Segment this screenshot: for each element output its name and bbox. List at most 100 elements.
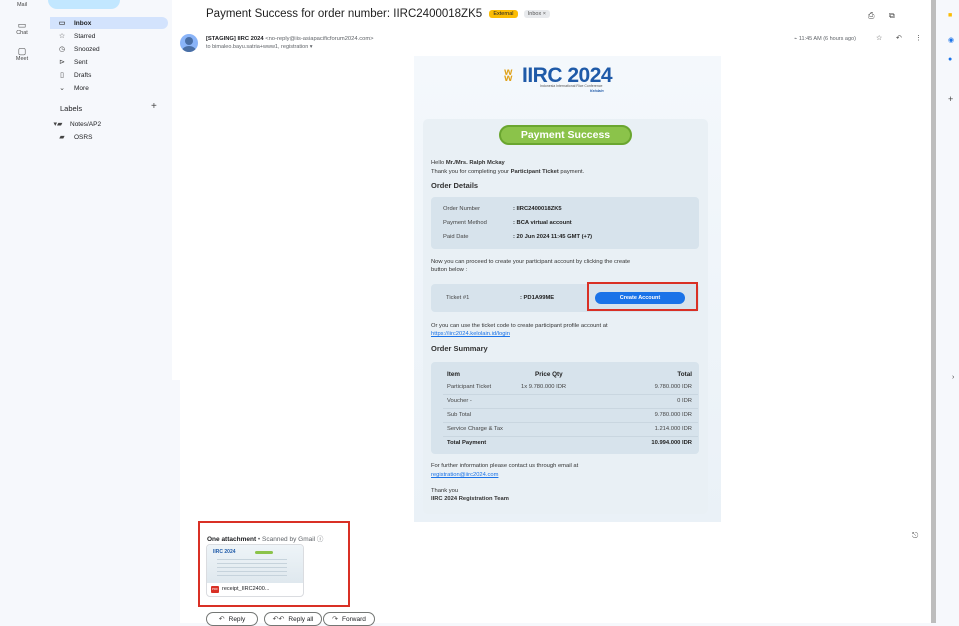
logo-subtitle: Indonesia International Rice Conference: [540, 84, 603, 88]
clock-icon: ◷: [58, 46, 66, 53]
video-icon: ▢: [17, 46, 27, 56]
summary-row-item: Participant Ticket: [447, 384, 492, 390]
forward-button[interactable]: ↷ Forward: [323, 612, 375, 626]
add-addon-icon[interactable]: +: [948, 94, 953, 104]
contact-email-link[interactable]: registration@iirc2024.com: [431, 472, 498, 478]
order-details-heading: Order Details: [431, 181, 479, 190]
rail-mail[interactable]: Mail: [0, 2, 44, 8]
paid-date-label: Paid Date: [443, 234, 469, 240]
subject-text: Payment Success for order number: IIRC24…: [206, 8, 483, 20]
proceed-line-2: button below :: [431, 267, 468, 273]
payment-success-badge: Payment Success: [499, 125, 632, 145]
login-link[interactable]: https://iirc2024.kelolain.id/login: [431, 331, 510, 337]
nav-item-label: More: [74, 84, 89, 92]
rail-chat-label: Chat: [16, 30, 28, 36]
reply-icon[interactable]: ↶: [896, 34, 902, 42]
nav-item-label: Sent: [74, 58, 88, 66]
add-label-icon[interactable]: +: [151, 101, 157, 112]
reply-label: Reply: [228, 615, 246, 623]
sender-avatar[interactable]: [180, 34, 198, 52]
tasks-icon[interactable]: ◉: [948, 36, 954, 44]
nav-item-label: Starred: [74, 32, 96, 40]
scrollbar[interactable]: [931, 0, 936, 623]
signoff: Thank you: [431, 488, 459, 494]
contacts-icon[interactable]: ●: [948, 56, 952, 63]
compose-button[interactable]: [48, 0, 120, 9]
summary-row-item: Sub Total: [447, 412, 472, 418]
nav-item-label: Snoozed: [74, 45, 100, 53]
forward-label: Forward: [342, 615, 366, 623]
ticket-code: : PD1A99ME: [520, 295, 555, 301]
summary-row-total: 1.214.000 IDR: [654, 426, 692, 432]
nav-item-snoozed[interactable]: ◷ Snoozed: [50, 43, 168, 55]
greeting-prefix: Hello: [431, 160, 446, 166]
logo-by: Kelolain: [590, 89, 604, 93]
summary-head-total: Total: [677, 371, 692, 378]
contact-line: For further information please contact u…: [431, 463, 579, 469]
recipients-line[interactable]: to bimaleo.bayu.satria+www1, registratio…: [206, 44, 313, 50]
greeting: Hello Mr./Mrs. Ralph Mckay: [431, 160, 505, 166]
reply-all-button[interactable]: ↶↶ Reply all: [264, 612, 322, 626]
app-rail: Mail ▭ Chat ▢ Meet: [0, 0, 44, 623]
star-icon[interactable]: ☆: [876, 34, 882, 42]
ticket-label: Ticket #1: [446, 295, 470, 301]
label-tag-icon: ▰: [59, 134, 65, 141]
nav-item-drafts[interactable]: ▯ Drafts: [50, 69, 168, 81]
nav-item-inbox[interactable]: ▭ Inbox: [50, 17, 168, 29]
nav-item-starred[interactable]: ☆ Starred: [50, 30, 168, 42]
forward-icon: ↷: [332, 616, 339, 623]
nav-label-text: Notes/AP2: [70, 120, 102, 128]
send-icon: ⊳: [59, 59, 65, 66]
thanks-suffix: payment.: [558, 169, 585, 175]
rail-meet[interactable]: ▢ Meet: [0, 46, 44, 62]
row-divider: [443, 436, 698, 437]
summary-row-item: Voucher -: [447, 398, 472, 404]
keep-icon[interactable]: ■: [948, 12, 952, 19]
order-summary-heading: Order Summary: [431, 344, 488, 353]
team-name: IIRC 2024 Registration Team: [431, 496, 509, 502]
reply-button[interactable]: ↶ Reply: [206, 612, 258, 626]
nav-label-osrs[interactable]: ▰ OSRS: [50, 131, 168, 143]
thanks-prefix: Thank you for completing your: [431, 169, 511, 175]
highlight-attachment: [198, 521, 350, 607]
expand-panel-icon[interactable]: ›: [952, 374, 954, 381]
rail-chat[interactable]: ▭ Chat: [0, 20, 44, 36]
time-text: 11:45 AM (6 hours ago): [798, 36, 856, 42]
nav-item-label: Inbox: [74, 19, 92, 27]
summary-head-item: Item: [447, 371, 460, 378]
open-new-window-icon[interactable]: ⧉: [889, 11, 895, 21]
nav-item-sent[interactable]: ⊳ Sent: [50, 56, 168, 68]
chat-icon: ▭: [17, 20, 27, 30]
row-divider: [443, 408, 698, 409]
thanks-bold: Participant Ticket: [510, 169, 559, 175]
iirc-logo: ʬ IIRC 2024 Indonesia International Rice…: [504, 64, 634, 94]
star-icon: ☆: [58, 33, 66, 40]
rice-leaf-icon: ʬ: [504, 68, 513, 85]
sender-address: <no-reply@iis-asiapacificforum2024.com>: [265, 36, 374, 42]
message-time: ⌁ 11:45 AM (6 hours ago): [794, 36, 856, 42]
print-icon[interactable]: ⎙: [868, 11, 874, 21]
row-divider: [443, 394, 698, 395]
nav-label-notes-ap2[interactable]: ▾▰ Notes/AP2: [50, 118, 168, 130]
receipt-card: [423, 119, 708, 514]
add-to-drive-icon[interactable]: ⎋: [912, 531, 918, 541]
sender-line: [STAGING] IIRC 2024 <no-reply@iis-asiapa…: [206, 36, 374, 42]
summary-total-label: Total Payment: [447, 440, 487, 446]
greeting-name: Mr./Mrs. Ralph Mckay: [445, 160, 505, 166]
external-tag: External: [489, 9, 518, 18]
summary-total-value: 10.994.000 IDR: [651, 440, 692, 446]
nav-label-text: OSRS: [74, 133, 93, 141]
payment-method-value: : BCA virtual account: [513, 220, 572, 226]
summary-row-price-qty: 1x 9.780.000 IDR: [521, 384, 567, 390]
label-tag-icon: ▾▰: [53, 121, 63, 128]
chevron-down-icon: ▾: [309, 44, 313, 50]
more-vert-icon[interactable]: ⋮: [915, 34, 922, 42]
row-divider: [443, 422, 698, 423]
nav-item-more[interactable]: ⌄ More: [50, 82, 168, 94]
nav-item-label: Drafts: [74, 71, 92, 79]
inbox-tag[interactable]: Inbox ×: [523, 9, 550, 18]
chevron-down-icon: ⌄: [59, 85, 65, 92]
draft-icon: ▯: [60, 72, 64, 79]
email-subject: Payment Success for order number: IIRC24…: [206, 8, 550, 20]
order-number-label: Order Number: [443, 206, 481, 212]
